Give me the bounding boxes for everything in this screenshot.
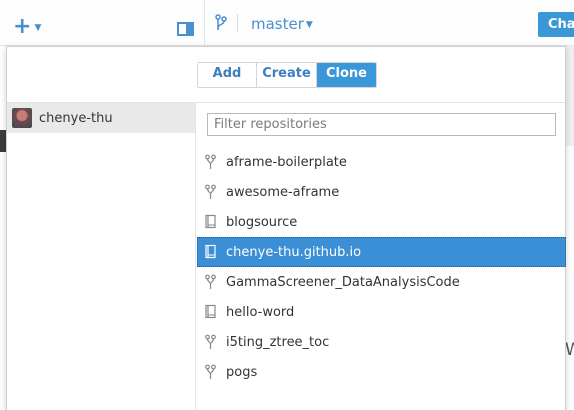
list-item[interactable]: i5ting_ztree_toc (197, 327, 566, 357)
list-item[interactable]: chenye-thu.github.io (197, 237, 566, 267)
tab-add[interactable]: Add (198, 63, 257, 87)
background-partial-text: W (565, 340, 574, 360)
repo-icon (205, 304, 216, 320)
repository-action-tabs: Add Create Clone (197, 62, 377, 88)
list-item[interactable]: pogs (197, 357, 566, 387)
list-item[interactable]: aframe-boilerplate (197, 147, 566, 177)
background-panel (565, 46, 574, 146)
repository-list: aframe-boilerplate awesome-aframe blogso… (197, 147, 566, 387)
branch-icon (215, 14, 227, 30)
account-item[interactable]: chenye-thu (7, 103, 195, 133)
clone-repository-popover: Add Create Clone chenye-thu aframe-boile… (6, 46, 566, 410)
repo-icon (205, 214, 216, 230)
sidebar-toggle-icon[interactable] (177, 22, 194, 36)
account-list: chenye-thu (7, 103, 196, 410)
repository-name: i5ting_ztree_toc (226, 334, 330, 350)
account-name: chenye-thu (39, 110, 113, 126)
tab-clone[interactable]: Clone (317, 63, 376, 87)
plus-icon: + (13, 14, 32, 39)
app-toolbar: + ▼ master▼ Changes (0, 0, 574, 46)
fork-icon (205, 334, 216, 350)
filter-repositories-input[interactable] (207, 113, 556, 136)
toolbar-divider (204, 0, 205, 46)
repository-name: GammaScreener_DataAnalysisCode (226, 274, 460, 290)
chevron-down-icon: ▼ (305, 19, 313, 30)
fork-icon (205, 274, 216, 290)
chevron-down-icon: ▼ (34, 23, 42, 33)
branch-name: master (251, 15, 304, 33)
branch-selector[interactable]: master ▼ (251, 14, 313, 35)
repository-name: blogsource (226, 214, 298, 230)
branch-separator (237, 14, 238, 32)
fork-icon (205, 364, 216, 380)
list-item[interactable]: blogsource (197, 207, 566, 237)
add-menu-button[interactable]: + ▼ (13, 16, 41, 38)
avatar (12, 108, 32, 128)
repository-name: aframe-boilerplate (226, 154, 347, 170)
list-item[interactable]: GammaScreener_DataAnalysisCode (197, 267, 566, 297)
repository-name: hello-word (226, 304, 295, 320)
repository-name: pogs (226, 364, 258, 380)
list-item[interactable]: awesome-aframe (197, 177, 566, 207)
list-item[interactable]: hello-word (197, 297, 566, 327)
tab-create[interactable]: Create (257, 63, 317, 87)
changes-button[interactable]: Changes (538, 12, 574, 37)
repo-icon (205, 244, 216, 260)
fork-icon (205, 184, 216, 200)
repository-name: chenye-thu.github.io (226, 244, 362, 260)
fork-icon (205, 154, 216, 170)
repository-name: awesome-aframe (226, 184, 340, 200)
